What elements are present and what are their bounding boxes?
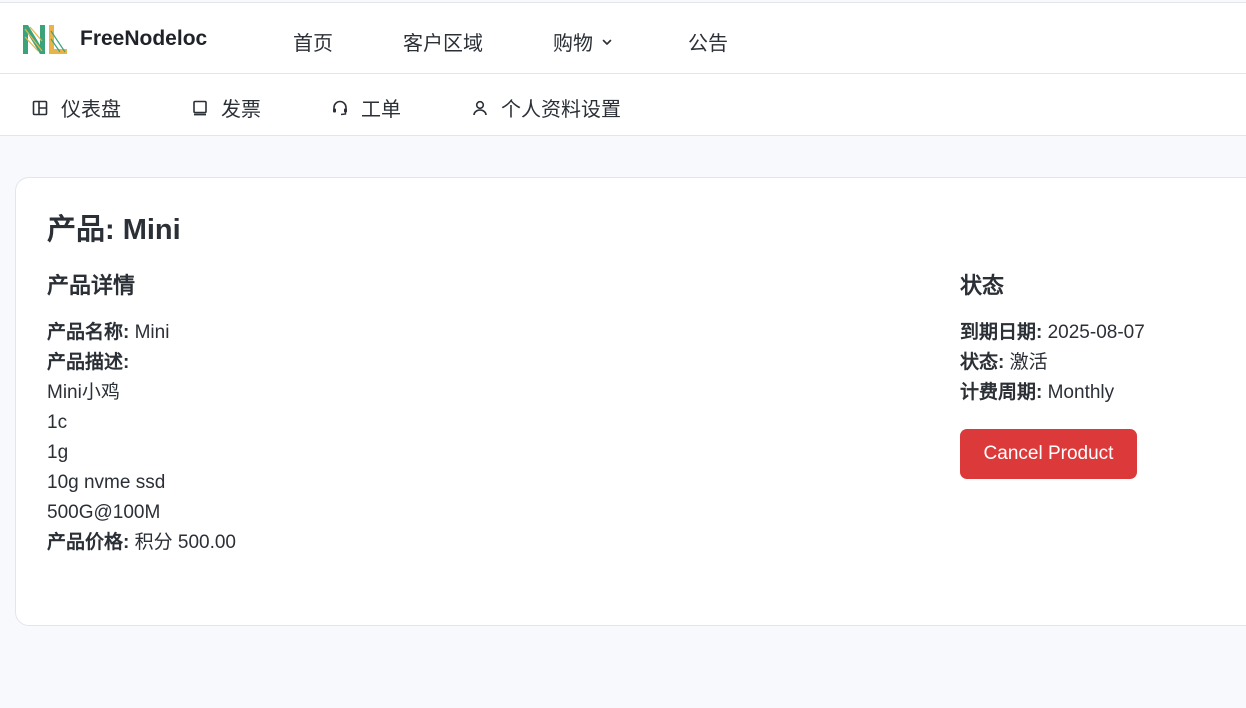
product-desc-line: 10g nvme ssd bbox=[47, 472, 166, 493]
chevron-down-icon bbox=[602, 39, 612, 45]
headset-icon bbox=[333, 100, 347, 115]
subnav-tickets-label: 工单 bbox=[361, 99, 401, 121]
subnav-tickets[interactable]: 工单 bbox=[331, 93, 401, 122]
subnav-dashboard[interactable]: 仪表盘 bbox=[31, 93, 121, 122]
due-date-value: 2025-08-07 bbox=[1047, 322, 1145, 343]
product-desc-line: 500G@100M bbox=[47, 502, 161, 523]
due-date-row: 到期日期: 2025-08-07 bbox=[960, 318, 1145, 348]
product-price-value: 积分 500.00 bbox=[134, 532, 237, 553]
product-details-heading: 产品详情 bbox=[47, 273, 136, 298]
status-label: 状态: bbox=[960, 352, 1005, 373]
product-desc-line: 1g bbox=[47, 442, 69, 463]
product-desc-line: 1c bbox=[47, 412, 68, 433]
product-desc-row: 产品描述: bbox=[47, 348, 236, 378]
subnav-invoices-label: 发票 bbox=[221, 99, 261, 121]
due-date-label: 到期日期: bbox=[960, 322, 1043, 343]
nav-shop-label: 购物 bbox=[553, 33, 593, 55]
product-desc-line: Mini小鸡 bbox=[47, 382, 120, 403]
product-desc-label: 产品描述: bbox=[47, 352, 130, 373]
brand-logo[interactable]: FreeNodeloc bbox=[20, 21, 207, 57]
status-row: 状态: 激活 bbox=[960, 348, 1145, 378]
subnav-profile-settings[interactable]: 个人资料设置 bbox=[471, 93, 621, 122]
nav-home[interactable]: 首页 bbox=[293, 27, 333, 56]
product-name-label: 产品名称: bbox=[47, 322, 130, 343]
nav-announcements[interactable]: 公告 bbox=[688, 27, 728, 56]
invoice-icon bbox=[193, 100, 207, 115]
product-price-row: 产品价格: 积分 500.00 bbox=[47, 528, 236, 558]
billing-cycle-value: Monthly bbox=[1047, 382, 1115, 403]
nl-logo-icon bbox=[23, 25, 67, 54]
product-title: 产品: Mini bbox=[47, 214, 181, 246]
nav-home-label: 首页 bbox=[293, 33, 333, 55]
product-card: 产品: Mini 产品详情 产品名称: Mini 产品描述: Mini小鸡 1c… bbox=[15, 177, 1246, 626]
subnav-dashboard-label: 仪表盘 bbox=[61, 99, 121, 121]
nav-shop-dropdown[interactable]: 购物 bbox=[553, 27, 613, 56]
status-list: 到期日期: 2025-08-07 状态: 激活 计费周期: Monthly bbox=[960, 318, 1145, 408]
product-name-row: 产品名称: Mini bbox=[47, 318, 236, 348]
brand-name: FreeNodeloc bbox=[80, 27, 208, 50]
product-name-value: Mini bbox=[134, 322, 170, 343]
nav-client-area[interactable]: 客户区域 bbox=[403, 27, 483, 56]
cancel-product-button[interactable]: Cancel Product bbox=[960, 429, 1137, 479]
subnav-profile-settings-label: 个人资料设置 bbox=[501, 99, 621, 121]
billing-cycle-label: 计费周期: bbox=[960, 382, 1043, 403]
product-details-list: 产品名称: Mini 产品描述: Mini小鸡 1c 1g 10g nvme s… bbox=[47, 318, 236, 558]
billing-cycle-row: 计费周期: Monthly bbox=[960, 378, 1145, 408]
dashboard-icon bbox=[32, 100, 48, 115]
product-price-label: 产品价格: bbox=[47, 532, 130, 553]
nav-announcements-label: 公告 bbox=[688, 33, 728, 55]
top-navbar: FreeNodeloc 首页 客户区域 购物 公告 bbox=[0, 2, 1246, 74]
sub-navbar: 仪表盘 发票 工单 个人资料设置 bbox=[0, 74, 1246, 136]
nav-client-area-label: 客户区域 bbox=[403, 33, 483, 55]
status-value: 激活 bbox=[1009, 352, 1048, 373]
subnav-invoices[interactable]: 发票 bbox=[191, 93, 261, 122]
status-heading: 状态 bbox=[960, 273, 1005, 298]
user-icon bbox=[473, 100, 487, 115]
